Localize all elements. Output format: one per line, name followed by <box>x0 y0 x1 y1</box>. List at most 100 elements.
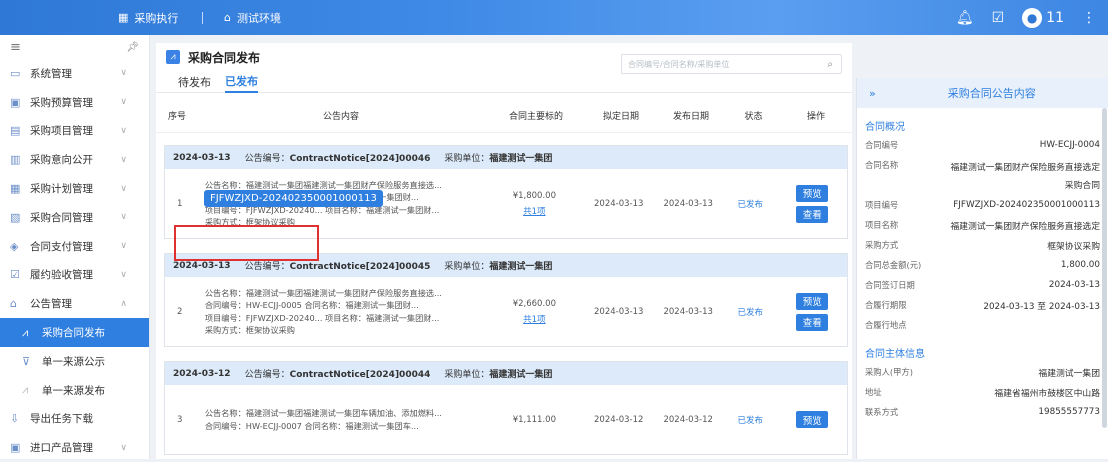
amount-value: ¥1,800.00 <box>512 190 556 201</box>
sidebar-item-acceptance[interactable]: ☑ 履约验收管理 ∨ <box>0 261 149 290</box>
notice-group: 2024-03-13 公告编号：ContractNotice[2024]0004… <box>164 253 848 347</box>
chart-icon: ⩘ <box>22 383 29 397</box>
section-overview: 合同概况 <box>865 122 905 133</box>
sidebar-item-single-source-notice[interactable]: ⊽ 单一来源公示 <box>0 347 149 376</box>
notice-no: ContractNotice[2024]00045 <box>289 262 431 272</box>
module-label: 采购执行 <box>134 11 179 25</box>
section-parties: 合同主体信息 <box>865 349 925 360</box>
tab-published[interactable]: 已发布 <box>225 71 258 93</box>
notice-name: 公告名称：福建测试一集团福建测试一集团车辆加油、添加燃料... <box>204 408 442 418</box>
sidebar-item-contract-publish[interactable]: ⩘ 采购合同发布 <box>0 318 149 347</box>
view-button[interactable]: 查看 <box>796 313 829 331</box>
status-badge: 已发布 <box>737 199 763 210</box>
pin-icon[interactable]: 📌︎ <box>126 42 139 53</box>
row-amount: ¥2,660.00 共1项 <box>485 296 584 328</box>
status-badge: 已发布 <box>737 415 763 426</box>
grid-icon: ▦ <box>118 11 129 24</box>
row-actions: 预览 查看 <box>778 292 847 331</box>
row-publish-date: 2024-03-13 <box>663 198 713 209</box>
divider <box>202 12 203 24</box>
group-header: 2024-03-13 公告编号：ContractNotice[2024]0004… <box>165 146 847 169</box>
module-switch[interactable]: ▦ 采购执行 <box>118 0 178 35</box>
panel-header: » 采购合同公告内容 <box>857 78 1108 108</box>
chevron-down-icon: ∨ <box>120 269 127 280</box>
items-link[interactable]: 共1项 <box>485 204 584 220</box>
row-draft-date: 2024-03-13 <box>594 198 644 209</box>
row-actions: 预览 查看 <box>778 184 847 223</box>
group-date: 2024-03-13 <box>173 152 231 163</box>
unit-label: 采购单位： <box>444 262 490 272</box>
status-badge: 已发布 <box>737 307 763 318</box>
menu-icon[interactable]: ≡ <box>10 40 21 55</box>
collapse-icon[interactable]: » <box>869 87 876 100</box>
unit-label: 采购单位： <box>444 154 490 164</box>
field-row: 项目名称 福建测试一集团财产保险服务直接选定 <box>865 220 1100 232</box>
field-row: 合同总金额(元) 1,800.00 <box>865 260 1100 270</box>
tabs: 待发布 已发布 <box>156 71 852 93</box>
field-row: 联系方式 19855557773 <box>865 407 1100 417</box>
project-no: 项目编号：FJFWZJXD-20240... 项目名称：福建测试一集团财... <box>204 312 440 323</box>
sidebar-item-single-source-publish[interactable]: ⩘ 单一来源发布 <box>0 376 149 405</box>
bell-icon[interactable]: 🔔︎ <box>956 10 974 26</box>
search-icon[interactable]: ⌕ <box>827 59 833 70</box>
notice-no: ContractNotice[2024]00044 <box>289 370 431 380</box>
project-no-tooltip: FJFWZJXD-202402350001000113 <box>204 190 383 207</box>
unit-name: 福建测试一集团 <box>489 370 553 380</box>
check-icon: ☑ <box>10 268 20 282</box>
chevron-down-icon: ∨ <box>120 154 127 165</box>
user-menu[interactable]: ● 11 <box>1022 7 1064 28</box>
notice-group: 2024-03-12 公告编号：ContractNotice[2024]0004… <box>164 361 848 455</box>
view-button[interactable]: 查看 <box>796 205 829 223</box>
field-row: 采购方式 框架协议采购 <box>865 240 1100 252</box>
row-amount: ¥1,800.00 共1项 <box>485 188 584 220</box>
sidebar-item-contract[interactable]: ▧ 采购合同管理 ∨ <box>0 203 149 232</box>
chevron-down-icon: ∨ <box>120 183 127 194</box>
download-icon: ⇩ <box>10 412 20 426</box>
field-row: 地址 福建省福州市鼓楼区中山路 <box>865 387 1100 399</box>
row-publish-date: 2024-03-12 <box>663 414 713 425</box>
col-subject: 合同主要标的 <box>508 112 563 122</box>
notice-label: 公告编号： <box>244 154 290 164</box>
payment-icon: ◈ <box>10 239 19 253</box>
sidebar-item-system[interactable]: ▭ 系统管理 ∨ <box>0 59 149 88</box>
notice-name: 公告名称：福建测试一集团福建测试一集团财产保险服务直接选... <box>204 287 442 298</box>
sidebar-item-project[interactable]: ▤ 采购项目管理 ∨ <box>0 117 149 146</box>
contract-no: 合同编号：HW-ECJJ-0007 合同名称：福建测试一集团车... <box>204 420 419 431</box>
chevron-down-icon: ∨ <box>120 68 127 79</box>
task-icon[interactable]: ☑ <box>992 10 1005 26</box>
group-header: 2024-03-12 公告编号：ContractNotice[2024]0004… <box>165 362 847 385</box>
sidebar-item-announce[interactable]: ⌂ 公告管理 ∧ <box>0 289 149 318</box>
preview-button[interactable]: 预览 <box>796 292 829 310</box>
highlight-box <box>174 225 319 261</box>
contract-no: 合同编号：HW-ECJJ-0005 合同名称：福建测试一集团财... <box>204 300 419 310</box>
avatar: ● <box>1022 7 1043 28</box>
items-link[interactable]: 共1项 <box>485 312 584 328</box>
table-row: 3 公告名称：福建测试一集团福建测试一集团车辆加油、添加燃料... 合同编号：H… <box>165 385 847 454</box>
contract-icon: ▧ <box>10 210 21 224</box>
row-index: 1 <box>177 198 183 209</box>
search-input[interactable]: 合同编号/合同名称/采购单位 ⌕ <box>621 54 842 74</box>
sidebar-item-plan[interactable]: ▦ 采购计划管理 ∨ <box>0 174 149 203</box>
sidebar-item-export[interactable]: ⇩ 导出任务下载 <box>0 405 149 434</box>
env-label: 测试环境 <box>236 11 281 25</box>
home-icon: ⌂ <box>224 11 231 24</box>
row-index: 2 <box>177 306 183 317</box>
budget-icon: ▣ <box>10 95 21 109</box>
col-index: 序号 <box>168 112 187 122</box>
cart-icon: ⊽ <box>22 354 31 368</box>
panel-scrollbar[interactable] <box>1102 108 1107 428</box>
sidebar-item-budget[interactable]: ▣ 采购预算管理 ∨ <box>0 88 149 117</box>
sidebar-item-intent[interactable]: ▥ 采购意向公开 ∨ <box>0 145 149 174</box>
row-index: 3 <box>177 414 183 425</box>
preview-button[interactable]: 预览 <box>796 411 829 428</box>
intent-icon: ▥ <box>10 153 21 167</box>
sidebar-item-payment[interactable]: ◈ 合同支付管理 ∨ <box>0 232 149 261</box>
sidebar-item-import[interactable]: ▣ 进口产品管理 ∨ <box>0 433 149 462</box>
chevron-down-icon: ∨ <box>120 212 127 223</box>
more-icon[interactable]: ⋮ <box>1082 10 1096 26</box>
row-actions: 预览 <box>778 411 847 428</box>
preview-button[interactable]: 预览 <box>796 184 829 202</box>
field-row: 合同名称 福建测试一集团财产保险服务直接选定采购合同 <box>865 160 1100 191</box>
tab-pending[interactable]: 待发布 <box>178 71 211 93</box>
col-actions: 操作 <box>806 112 825 122</box>
